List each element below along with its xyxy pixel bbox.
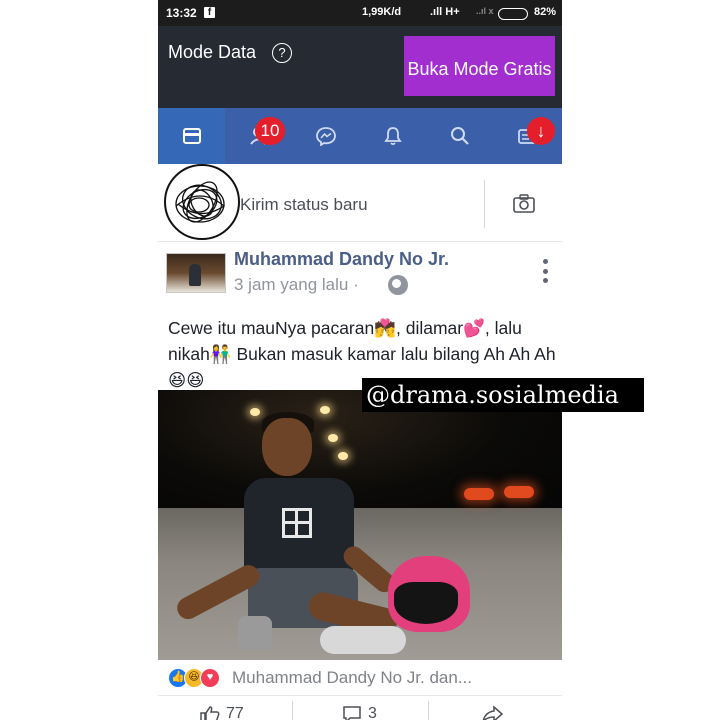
scribble-avatar-icon <box>175 181 226 223</box>
post-photo[interactable] <box>158 390 562 660</box>
data-mode-bar: Mode Data ? Buka Mode Gratis <box>158 26 562 108</box>
search-icon <box>450 127 469 145</box>
status-composer[interactable]: Kirim status baru <box>158 164 562 242</box>
bell-icon <box>383 127 402 146</box>
tab-messenger[interactable] <box>292 108 359 164</box>
action-divider <box>428 701 429 720</box>
love-reaction-icon: ♥ <box>200 668 220 688</box>
friend-requests-badge: 10 <box>255 117 285 145</box>
globe-icon <box>388 275 408 295</box>
like-count: 77 <box>226 705 244 720</box>
clock: 13:32 <box>166 6 197 20</box>
network-speed: 1,99K/d <box>362 6 402 18</box>
comment-button[interactable]: 3 <box>342 705 377 720</box>
share-icon <box>482 705 504 720</box>
composer-divider <box>484 180 485 228</box>
tab-search[interactable] <box>426 108 493 164</box>
share-button[interactable] <box>482 705 504 720</box>
facebook-notification-icon: f <box>204 7 215 18</box>
tab-news-feed[interactable] <box>158 108 225 164</box>
signal-secondary-icon: ..ıl x <box>476 6 494 16</box>
open-free-mode-button[interactable]: Buka Mode Gratis <box>404 36 555 96</box>
profile-avatar[interactable] <box>164 164 240 240</box>
post-header: Muhammad Dandy No Jr. 3 jam yang lalu · <box>158 243 562 303</box>
comment-count: 3 <box>368 705 377 720</box>
post-more-options-icon[interactable] <box>538 259 552 283</box>
data-mode-label: Mode Data <box>168 42 257 62</box>
reactors-text[interactable]: Muhammad Dandy No Jr. dan... <box>232 668 472 688</box>
battery-percent: 82% <box>534 6 557 18</box>
messenger-icon <box>315 127 336 146</box>
action-divider <box>292 701 293 720</box>
thumbs-up-icon <box>200 706 220 720</box>
watermark-label: @drama.sosialmedia <box>362 378 644 412</box>
help-icon[interactable]: ? <box>272 43 292 63</box>
tab-notifications[interactable] <box>359 108 426 164</box>
author-avatar[interactable] <box>166 253 226 293</box>
post-time-separator: · <box>353 275 359 294</box>
reactions-summary[interactable]: 👍 😆 ♥ Muhammad Dandy No Jr. dan... <box>158 660 562 696</box>
tab-menu[interactable]: ↓ <box>493 108 560 164</box>
camera-icon[interactable] <box>513 194 535 214</box>
like-button[interactable]: 77 <box>200 705 244 720</box>
phone-screen: 13:32 f 1,99K/d .ıll H+ ..ıl x 82% Mode … <box>158 0 562 720</box>
comment-icon <box>343 706 361 720</box>
news-feed-icon <box>182 128 201 144</box>
tab-friends[interactable]: 10 <box>225 108 292 164</box>
download-badge-icon: ↓ <box>527 117 555 145</box>
post-time[interactable]: 3 jam yang lalu · <box>234 275 359 295</box>
post-actions: 77 3 <box>158 697 562 720</box>
post-time-label: 3 jam yang lalu <box>234 275 349 294</box>
signal-icon: .ıll H+ <box>430 6 460 18</box>
post-author[interactable]: Muhammad Dandy No Jr. <box>234 249 449 270</box>
battery-icon <box>498 8 528 20</box>
status-bar: 13:32 f 1,99K/d .ıll H+ ..ıl x 82% <box>158 0 562 26</box>
status-input-placeholder[interactable]: Kirim status baru <box>240 195 368 215</box>
top-navigation: 10 ↓ <box>158 108 562 164</box>
